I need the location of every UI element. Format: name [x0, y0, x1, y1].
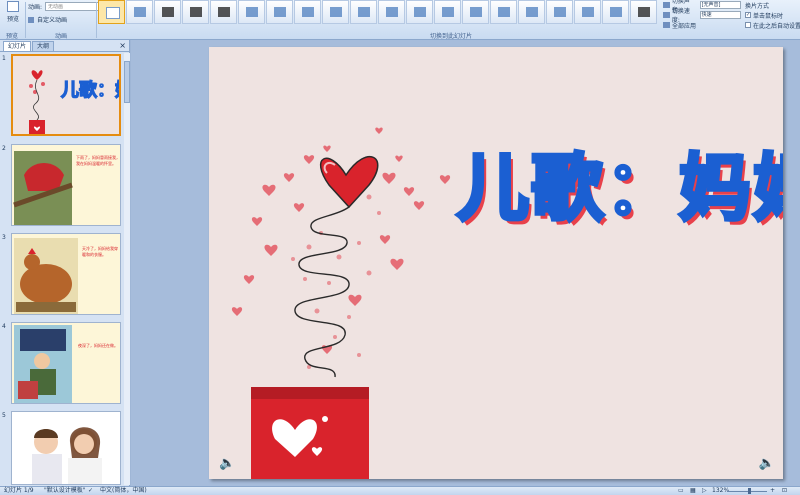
- transition-option[interactable]: [378, 0, 405, 24]
- panel-tabs: 幻灯片 大纲 ×: [0, 40, 129, 52]
- slide-number: 1: [2, 55, 6, 62]
- auto-advance-checkbox[interactable]: [745, 22, 751, 28]
- slideshow-icon[interactable]: ▷: [702, 487, 707, 495]
- transition-option[interactable]: [546, 0, 573, 24]
- on-click-label: 单击鼠标时: [753, 12, 784, 20]
- animation-group-label: 动画: [55, 33, 68, 40]
- normal-view-icon[interactable]: ▭: [678, 487, 684, 495]
- transition-option[interactable]: [182, 0, 209, 24]
- transition-option[interactable]: [518, 0, 545, 24]
- slide-5-preview: [32, 427, 102, 484]
- transition-option[interactable]: [602, 0, 629, 24]
- slide-thumbnail[interactable]: 天冷了，妈妈给我穿暖和的衣服。: [11, 233, 121, 315]
- auto-advance-label: 在此之后自动设置: [753, 22, 800, 30]
- preview-group-label: 预览: [6, 33, 19, 40]
- transition-none[interactable]: [98, 0, 125, 24]
- transition-option[interactable]: [210, 0, 237, 24]
- transition-option[interactable]: [126, 0, 153, 24]
- svg-text:儿歌：妈妈: 儿歌：妈妈: [60, 79, 121, 101]
- slide-4-preview: [14, 325, 72, 403]
- theme-name: "默认设计模板": [44, 487, 86, 494]
- slide-thumbnail[interactable]: 下雨了，妈妈冒雨接我，我在妈妈温暖的怀里。: [11, 144, 121, 226]
- advance-options: 换片方式 ✓ 单击鼠标时 在此之后自动设置: [745, 0, 800, 30]
- transition-option[interactable]: [630, 0, 657, 24]
- transition-option[interactable]: [406, 0, 433, 24]
- preview-icon: [7, 1, 19, 12]
- slide-number: 4: [2, 323, 6, 330]
- scrollbar-thumb[interactable]: [124, 61, 130, 103]
- transition-group-label: 切换到此幻灯片: [430, 33, 473, 40]
- transition-option[interactable]: [294, 0, 321, 24]
- ribbon: 预览 预览 动画: 无动画 自定义动画 动画 切换到此幻灯片 切换声音: [无声音: [0, 0, 800, 40]
- preview-label: 预览: [6, 16, 19, 23]
- slides-panel: 幻灯片 大纲 × 1 儿歌：妈妈 2 下雨了，妈妈冒雨接我，我在妈妈温: [0, 40, 130, 486]
- animation-row: 动画: 无动画: [28, 1, 106, 12]
- slide-title[interactable]: 儿歌：妈妈: [455, 129, 783, 234]
- custom-animation-icon: [28, 16, 34, 23]
- slide-number: 3: [2, 234, 6, 241]
- transition-gallery: [98, 0, 658, 24]
- sound-icon: [663, 2, 670, 8]
- current-slide[interactable]: 儿歌：妈妈 🔈 🔈: [209, 47, 783, 479]
- slide-counter: 幻灯片 1/9: [4, 487, 34, 494]
- status-bar: 幻灯片 1/9 "默认设计模板" ✓ 中文(简体，中国) ▭ ▦ ▷ 132% …: [0, 486, 800, 495]
- slide-2-text: 下雨了，妈妈冒雨接我，我在妈妈温暖的怀里。: [76, 155, 120, 166]
- spellcheck-icon[interactable]: ✓: [88, 487, 93, 495]
- slide-sorter-icon[interactable]: ▦: [690, 487, 696, 495]
- language-indicator[interactable]: 中文(简体，中国): [100, 487, 147, 495]
- transition-option[interactable]: [462, 0, 489, 24]
- transition-option[interactable]: [490, 0, 517, 24]
- apply-all-icon: [663, 22, 670, 28]
- transition-option[interactable]: [154, 0, 181, 24]
- slide-number: 2: [2, 145, 6, 152]
- zoom-in-icon[interactable]: +: [770, 487, 775, 495]
- tab-outline[interactable]: 大纲: [32, 41, 55, 51]
- fit-window-icon[interactable]: ⊡: [782, 487, 787, 495]
- slide-editing-area: 儿歌：妈妈 🔈 🔈: [131, 40, 800, 486]
- preview-button[interactable]: 预览: [3, 1, 23, 27]
- speed-select[interactable]: 快速: [699, 11, 741, 19]
- speed-icon: [663, 12, 670, 18]
- group-divider: [25, 2, 26, 38]
- on-click-checkbox[interactable]: ✓: [745, 12, 751, 18]
- apply-all-button[interactable]: 全部应用: [672, 21, 696, 30]
- advance-label: 换片方式: [745, 2, 770, 10]
- slide-thumbnail[interactable]: 儿歌：妈妈: [11, 54, 121, 136]
- transition-option[interactable]: [322, 0, 349, 24]
- slide-4-text: 夜深了，妈妈还在做。: [78, 343, 118, 348]
- transition-option[interactable]: [350, 0, 377, 24]
- slide-number: 5: [2, 412, 6, 419]
- panel-scrollbar[interactable]: [124, 53, 130, 485]
- animation-label: 动画:: [28, 4, 43, 11]
- sound-icon[interactable]: 🔈: [759, 456, 775, 471]
- close-icon[interactable]: ×: [119, 41, 126, 50]
- slide-1-preview: 儿歌：妈妈: [29, 70, 121, 134]
- slide-3-text: 天冷了，妈妈给我穿暖和的衣服。: [82, 246, 118, 257]
- transition-option[interactable]: [434, 0, 461, 24]
- custom-animation-row: 自定义动画: [28, 14, 67, 25]
- custom-animation-button[interactable]: 自定义动画: [37, 15, 67, 24]
- slide-thumbnail[interactable]: 夜深了，妈妈还在做。: [11, 322, 121, 404]
- transition-option[interactable]: [238, 0, 265, 24]
- slide-thumbnail[interactable]: [11, 411, 121, 485]
- transition-option[interactable]: [574, 0, 601, 24]
- transition-option[interactable]: [266, 0, 293, 24]
- sound-icon[interactable]: 🔈: [219, 456, 235, 471]
- transition-options: 切换声音: [无声音] 切换速度: 快速 全部应用: [663, 0, 741, 30]
- zoom-slider-thumb[interactable]: [748, 488, 751, 494]
- group-divider: [96, 2, 97, 38]
- zoom-slider[interactable]: [727, 491, 767, 492]
- sound-select[interactable]: [无声音]: [699, 1, 741, 9]
- tab-slides[interactable]: 幻灯片: [3, 41, 32, 51]
- slide-illustration: [231, 127, 451, 479]
